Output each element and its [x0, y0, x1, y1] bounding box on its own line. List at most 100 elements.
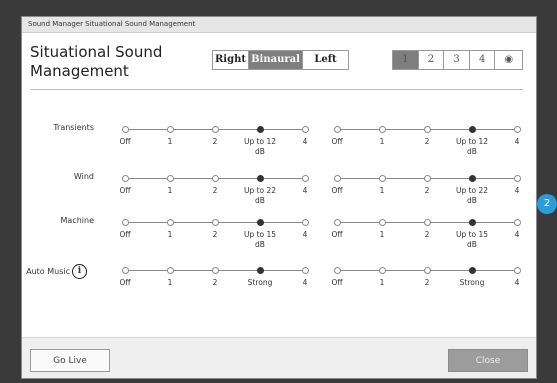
slider-stop[interactable]	[379, 219, 386, 226]
slider-stop[interactable]	[379, 175, 386, 182]
slider-tick-label: 4	[514, 137, 520, 146]
step-badge: 2	[537, 194, 557, 214]
slider-stop[interactable]	[167, 267, 174, 274]
slider-stop[interactable]	[167, 175, 174, 182]
slider-tick-label: Off	[331, 137, 343, 146]
slider-left[interactable]: Off 1 2 Up to 15 dB 4	[119, 214, 310, 254]
slider-stop[interactable]	[424, 267, 431, 274]
slider-stop[interactable]	[122, 267, 129, 274]
slider-tick-label: 1	[167, 278, 173, 287]
program-2-button[interactable]: 2	[419, 51, 445, 69]
slider-tick-label: Up to 12 dB	[243, 137, 277, 156]
footer: Go Live Close	[22, 337, 536, 378]
slider-stop[interactable]	[334, 175, 341, 182]
slider-tick-label: Up to 22 dB	[455, 186, 489, 205]
slider-stop[interactable]	[167, 126, 174, 133]
row-label-text: Machine	[60, 216, 95, 225]
slider-tick-label: 2	[424, 230, 430, 239]
divider	[30, 89, 523, 90]
slider-stop[interactable]	[469, 219, 476, 226]
slider-tick-label: 2	[424, 186, 430, 195]
slider-stop[interactable]	[212, 126, 219, 133]
slider-stop[interactable]	[334, 219, 341, 226]
slider-stop[interactable]	[122, 219, 129, 226]
slider-stop[interactable]	[514, 126, 521, 133]
slider-right[interactable]: Off 1 2 Up to 12 dB 4	[331, 121, 522, 161]
slider-tick-label: Off	[331, 278, 343, 287]
go-live-button[interactable]: Go Live	[30, 349, 110, 372]
slider-tick-label: 1	[379, 137, 385, 146]
slider-tick-label: 1	[167, 230, 173, 239]
slider-left[interactable]: Off 1 2 Strong 4	[119, 262, 310, 302]
slider-stop[interactable]	[302, 219, 309, 226]
side-binaural-button[interactable]: Binaural	[249, 51, 303, 69]
slider-stop[interactable]	[257, 219, 264, 226]
row-label-text: Auto Music	[26, 267, 70, 276]
slider-tick-label: 4	[514, 186, 520, 195]
slider-stop[interactable]	[167, 219, 174, 226]
slider-tick-label: 2	[212, 230, 218, 239]
slider-stop[interactable]	[212, 175, 219, 182]
slider-tick-label: Strong	[459, 278, 485, 287]
window-title: Sound Manager Situational Sound Manageme…	[22, 17, 536, 33]
slider-stop[interactable]	[302, 126, 309, 133]
slider-left[interactable]: Off 1 2 Up to 22 dB 4	[119, 170, 310, 210]
slider-stop[interactable]	[424, 126, 431, 133]
slider-stop[interactable]	[469, 126, 476, 133]
side-right-button[interactable]: Right	[213, 51, 249, 69]
slider-stop[interactable]	[514, 219, 521, 226]
row-label-text: Transients	[53, 123, 94, 132]
slider-stop[interactable]	[334, 126, 341, 133]
side-left-button[interactable]: Left	[303, 51, 348, 69]
slider-tick-label: Off	[119, 278, 131, 287]
slider-tick-label: 1	[379, 278, 385, 287]
slider-tick-label: 2	[424, 278, 430, 287]
slider-tick-label: Off	[119, 186, 131, 195]
slider-stop[interactable]	[469, 175, 476, 182]
slider-stop[interactable]	[302, 267, 309, 274]
slider-stop[interactable]	[379, 267, 386, 274]
slider-stop[interactable]	[469, 267, 476, 274]
slider-stop[interactable]	[122, 175, 129, 182]
slider-stop[interactable]	[122, 126, 129, 133]
slider-right[interactable]: Off 1 2 Up to 22 dB 4	[331, 170, 522, 210]
slider-tick-label: 4	[514, 230, 520, 239]
row-label: Auto Music i	[7, 264, 87, 279]
slider-left[interactable]: Off 1 2 Up to 12 dB 4	[119, 121, 310, 161]
info-icon[interactable]: i	[72, 264, 87, 279]
slider-stop[interactable]	[424, 175, 431, 182]
slider-stop[interactable]	[212, 267, 219, 274]
slider-stop[interactable]	[514, 175, 521, 182]
slider-stop[interactable]	[257, 126, 264, 133]
situational-sound-dialog: Sound Manager Situational Sound Manageme…	[21, 16, 537, 379]
slider-tick-label: Off	[119, 137, 131, 146]
program-4-button[interactable]: 4	[470, 51, 496, 69]
row-label-text: Wind	[73, 172, 94, 181]
slider-tick-label: 2	[212, 186, 218, 195]
program-3-button[interactable]: 3	[444, 51, 470, 69]
slider-stop[interactable]	[424, 219, 431, 226]
slider-tick-label: 4	[514, 278, 520, 287]
slider-stop[interactable]	[379, 126, 386, 133]
slider-tick-label: Up to 15 dB	[243, 230, 277, 249]
slider-tick-label: 2	[212, 278, 218, 287]
slider-stop[interactable]	[302, 175, 309, 182]
slider-stop[interactable]	[257, 267, 264, 274]
slider-tick-label: Up to 12 dB	[455, 137, 489, 156]
side-selector: Right Binaural Left	[212, 50, 349, 70]
slider-stop[interactable]	[257, 175, 264, 182]
row-label: Transients	[14, 123, 94, 132]
slider-tick-label: 1	[379, 230, 385, 239]
slider-stop[interactable]	[212, 219, 219, 226]
slider-right[interactable]: Off 1 2 Strong 4	[331, 262, 522, 302]
slider-stop[interactable]	[514, 267, 521, 274]
program-selector: 1 2 3 4 ◉	[392, 50, 523, 70]
row-label: Wind	[14, 172, 94, 181]
program-1-button[interactable]: 1	[393, 51, 419, 69]
slider-stop[interactable]	[334, 267, 341, 274]
slider-right[interactable]: Off 1 2 Up to 15 dB 4	[331, 214, 522, 254]
slider-tick-label: Up to 15 dB	[455, 230, 489, 249]
streaming-icon[interactable]: ◉	[495, 51, 522, 69]
slider-tick-label: Up to 22 dB	[243, 186, 277, 205]
close-button[interactable]: Close	[448, 349, 528, 372]
